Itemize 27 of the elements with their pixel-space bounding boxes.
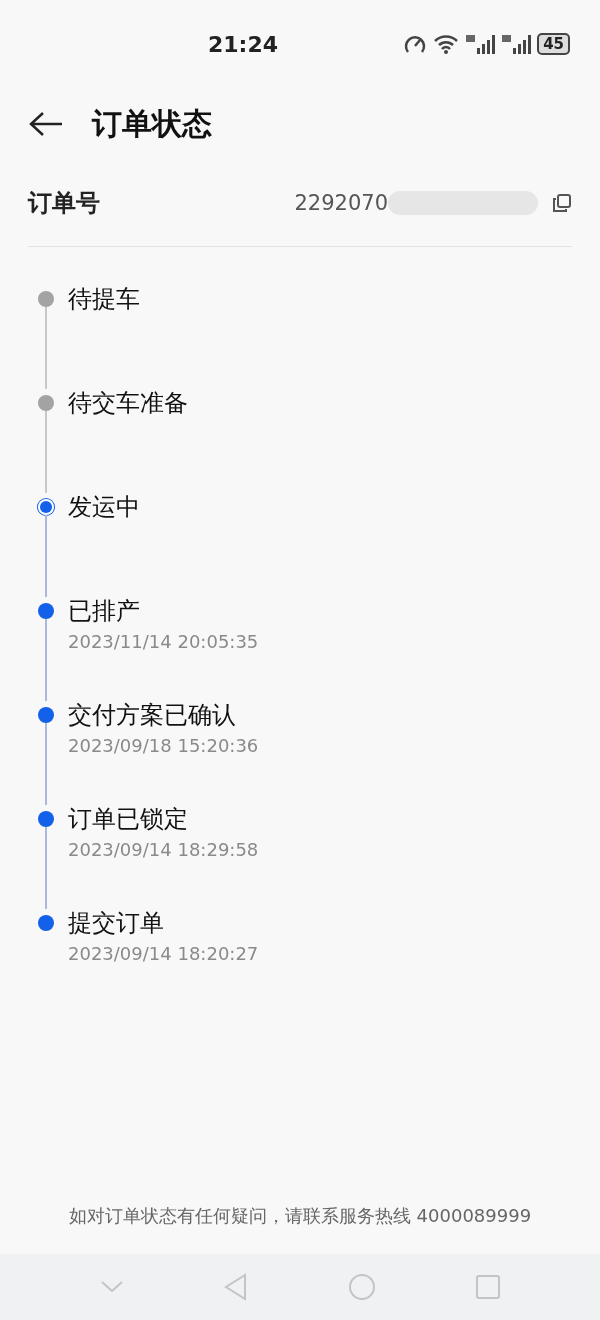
step-title: 订单已锁定 <box>68 805 189 833</box>
step-time: 2023/09/18 15:20:36 <box>68 735 259 756</box>
step-title: 待交车准备 <box>68 389 188 417</box>
chevron-down-icon[interactable] <box>99 1280 124 1294</box>
home-circle-icon[interactable] <box>347 1273 376 1301</box>
step-time: 2023/11/14 20:05:35 <box>68 631 259 652</box>
step-title: 提交订单 <box>68 909 165 937</box>
step-title: 待提车 <box>68 285 140 313</box>
square-icon[interactable] <box>474 1274 501 1300</box>
wifi-icon <box>433 34 460 54</box>
order-number: 2292070 <box>294 191 388 215</box>
back-triangle-icon[interactable] <box>222 1273 249 1301</box>
step-title: 发运中 <box>68 493 140 521</box>
speedometer-icon <box>403 33 428 55</box>
copy-icon[interactable] <box>552 193 572 213</box>
signal-icon <box>465 33 496 55</box>
step-title: 交付方案已确认 <box>68 701 237 729</box>
step-title: 已排产 <box>68 597 141 625</box>
order-number-label: 订单号 <box>28 188 101 219</box>
step-time: 2023/09/14 18:20:27 <box>68 943 259 964</box>
hotline-note: 如对订单状态有任何疑问，请联系服务热线 4000089999 <box>68 1205 532 1226</box>
step-time: 2023/09/14 18:29:58 <box>68 839 259 860</box>
signal-icon <box>501 33 532 55</box>
battery-level: 45 <box>537 33 570 55</box>
back-arrow-icon[interactable] <box>28 110 64 138</box>
status-time: 21:24 <box>208 31 280 57</box>
page-title: 订单状态 <box>92 104 212 143</box>
